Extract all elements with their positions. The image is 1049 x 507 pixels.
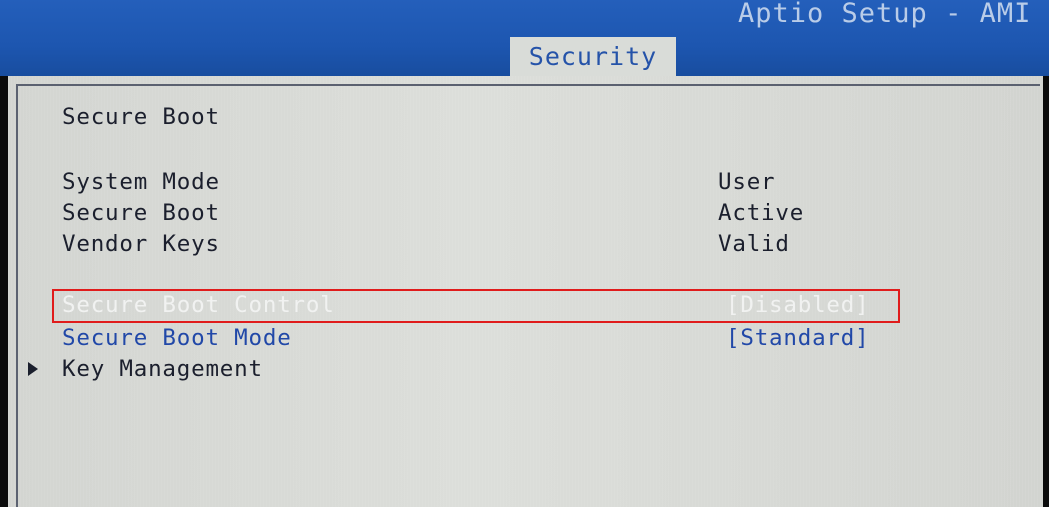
vendor-keys-value: Valid <box>718 231 790 257</box>
secure-boot-control-option[interactable]: Secure Boot Control <box>62 292 335 318</box>
system-mode-value: User <box>718 169 776 195</box>
section-title: Secure Boot <box>62 104 220 130</box>
app-title: Aptio Setup - AMI <box>738 0 1032 29</box>
secure-boot-mode-option[interactable]: Secure Boot Mode <box>62 325 292 351</box>
secure-boot-control-value[interactable]: [Disabled] <box>726 292 869 318</box>
secure-boot-value: Active <box>718 200 805 226</box>
submenu-arrow-icon <box>28 362 38 376</box>
secure-boot-mode-value[interactable]: [Standard] <box>726 325 869 351</box>
settings-panel: Secure Boot System Mode User Secure Boot… <box>8 76 1043 507</box>
tab-security[interactable]: Security <box>510 37 676 78</box>
secure-boot-label: Secure Boot <box>62 200 220 226</box>
header-bar: Aptio Setup - AMI Security <box>0 0 1049 78</box>
key-management-submenu[interactable]: Key Management <box>62 356 263 382</box>
bios-setup-screen: Aptio Setup - AMI Security Secure Boot S… <box>0 0 1049 507</box>
vendor-keys-label: Vendor Keys <box>62 231 220 257</box>
system-mode-label: System Mode <box>62 169 220 195</box>
